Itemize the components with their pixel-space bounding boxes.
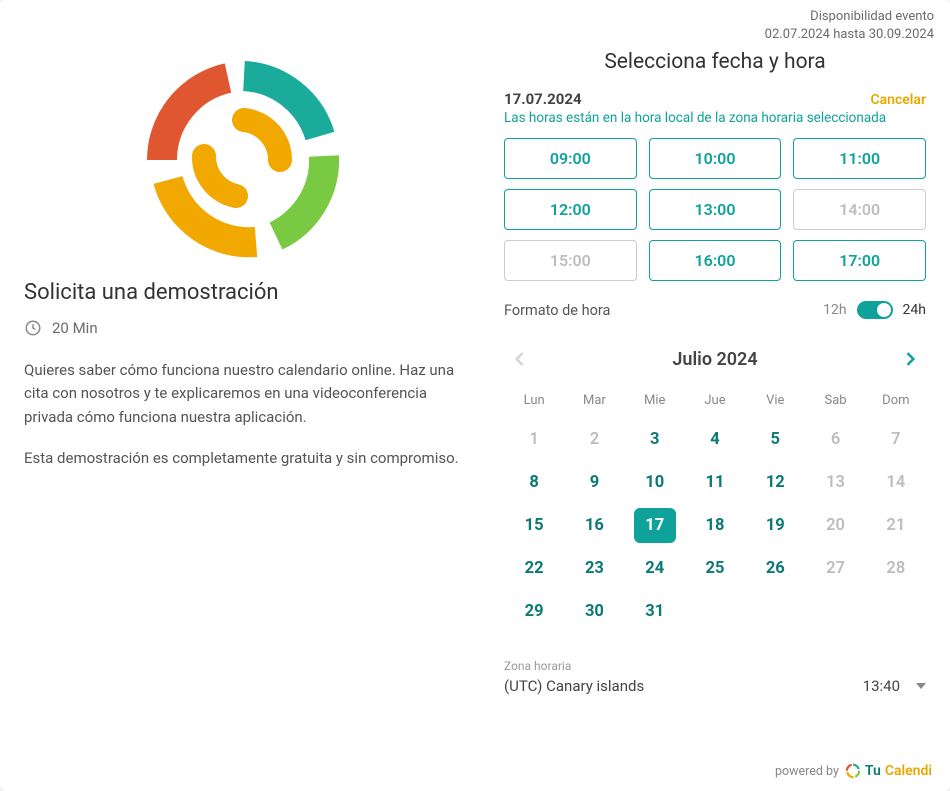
calendar-day-8[interactable]: 8 xyxy=(513,465,555,500)
timezone-note: Las horas están en la hora local de la z… xyxy=(504,110,926,126)
calendar-day-17[interactable]: 17 xyxy=(634,508,676,543)
powered-by-label: powered by xyxy=(775,764,839,779)
chevron-right-icon xyxy=(900,349,920,369)
time-slot-1300[interactable]: 13:00 xyxy=(649,189,782,230)
duration-value: 20 Min xyxy=(52,319,98,337)
powered-by-footer[interactable]: powered by TuCalendi xyxy=(775,763,932,779)
time-format-toggle[interactable] xyxy=(857,301,893,319)
calendar-day-3[interactable]: 3 xyxy=(634,422,676,457)
calendar-day-18[interactable]: 18 xyxy=(694,508,736,543)
dow-header: Jue xyxy=(685,387,745,414)
time-slot-1400: 14:00 xyxy=(793,189,926,230)
dow-header: Mar xyxy=(564,387,624,414)
chevron-left-icon xyxy=(510,349,530,369)
time-slot-grid: 09:00 10:00 11:00 12:00 13:00 14:00 15:00 16:00… xyxy=(504,138,926,281)
calendar-day-27: 27 xyxy=(815,551,857,586)
selected-date: 17.07.2024 xyxy=(504,90,582,108)
cancel-button[interactable]: Cancelar xyxy=(870,92,926,108)
calendar-day-13: 13 xyxy=(815,465,857,500)
month-label: Julio 2024 xyxy=(672,349,757,370)
calendar-day-15[interactable]: 15 xyxy=(513,508,555,543)
availability-info: Disponibilidad evento 02.07.2024 hasta 3… xyxy=(765,8,934,44)
calendar-grid: LunMarMieJueVieSabDom1234567891011121314… xyxy=(504,387,926,629)
time-slot-0900[interactable]: 09:00 xyxy=(504,138,637,179)
dow-header: Mie xyxy=(625,387,685,414)
timezone-name: (UTC) Canary islands xyxy=(504,677,644,695)
calendar-day-7: 7 xyxy=(875,422,917,457)
calendar-day-1: 1 xyxy=(513,422,555,457)
calendar-day-25[interactable]: 25 xyxy=(694,551,736,586)
dow-header: Lun xyxy=(504,387,564,414)
calendar-day-9[interactable]: 9 xyxy=(573,465,615,500)
event-description-2: Esta demostración es completamente gratu… xyxy=(24,447,464,470)
timezone-label: Zona horaria xyxy=(504,659,926,673)
calendar-day-26[interactable]: 26 xyxy=(754,551,796,586)
calendar-day-22[interactable]: 22 xyxy=(513,551,555,586)
brand-logo xyxy=(24,50,464,280)
event-description-1: Quieres saber cómo funciona nuestro cale… xyxy=(24,359,464,429)
next-month-button[interactable] xyxy=(894,343,926,375)
timezone-current-time: 13:40 xyxy=(863,677,900,695)
time-slot-1700[interactable]: 17:00 xyxy=(793,240,926,281)
caret-down-icon xyxy=(916,683,926,689)
format-12h-label[interactable]: 12h xyxy=(823,302,846,318)
calendar-day-14: 14 xyxy=(875,465,917,500)
time-format-label: Formato de hora xyxy=(504,302,610,319)
time-slot-1100[interactable]: 11:00 xyxy=(793,138,926,179)
brand-cal: Calendi xyxy=(885,763,932,779)
calendar-day-2: 2 xyxy=(573,422,615,457)
timezone-select[interactable]: (UTC) Canary islands 13:40 xyxy=(504,677,926,699)
calendar-day-10[interactable]: 10 xyxy=(634,465,676,500)
calendar-day-4[interactable]: 4 xyxy=(694,422,736,457)
dow-header: Sab xyxy=(805,387,865,414)
event-title: Solicita una demostración xyxy=(24,280,464,305)
calendar-day-5[interactable]: 5 xyxy=(754,422,796,457)
format-24h-label[interactable]: 24h xyxy=(903,302,926,318)
calendar-day-24[interactable]: 24 xyxy=(634,551,676,586)
time-slot-1600[interactable]: 16:00 xyxy=(649,240,782,281)
calendar-day-6: 6 xyxy=(815,422,857,457)
clock-icon xyxy=(24,319,42,337)
calendar-day-19[interactable]: 19 xyxy=(754,508,796,543)
brand-icon xyxy=(845,763,861,779)
calendar-day-30[interactable]: 30 xyxy=(573,594,615,629)
calendar-day-16[interactable]: 16 xyxy=(573,508,615,543)
time-slot-1000[interactable]: 10:00 xyxy=(649,138,782,179)
calendar-day-21: 21 xyxy=(875,508,917,543)
select-datetime-title: Selecciona fecha y hora xyxy=(504,50,926,74)
dow-header: Vie xyxy=(745,387,805,414)
calendar-day-12[interactable]: 12 xyxy=(754,465,796,500)
brand-tu: Tu xyxy=(865,763,881,779)
calendar-day-28: 28 xyxy=(875,551,917,586)
duration-row: 20 Min xyxy=(24,319,464,337)
availability-label: Disponibilidad evento xyxy=(765,8,934,26)
availability-range: 02.07.2024 hasta 30.09.2024 xyxy=(765,26,934,44)
calendar-day-31[interactable]: 31 xyxy=(634,594,676,629)
calendar-day-23[interactable]: 23 xyxy=(573,551,615,586)
calendar-day-29[interactable]: 29 xyxy=(513,594,555,629)
time-slot-1500: 15:00 xyxy=(504,240,637,281)
time-slot-1200[interactable]: 12:00 xyxy=(504,189,637,230)
calendar-day-11[interactable]: 11 xyxy=(694,465,736,500)
prev-month-button xyxy=(504,343,536,375)
calendar-day-20: 20 xyxy=(815,508,857,543)
dow-header: Dom xyxy=(866,387,926,414)
